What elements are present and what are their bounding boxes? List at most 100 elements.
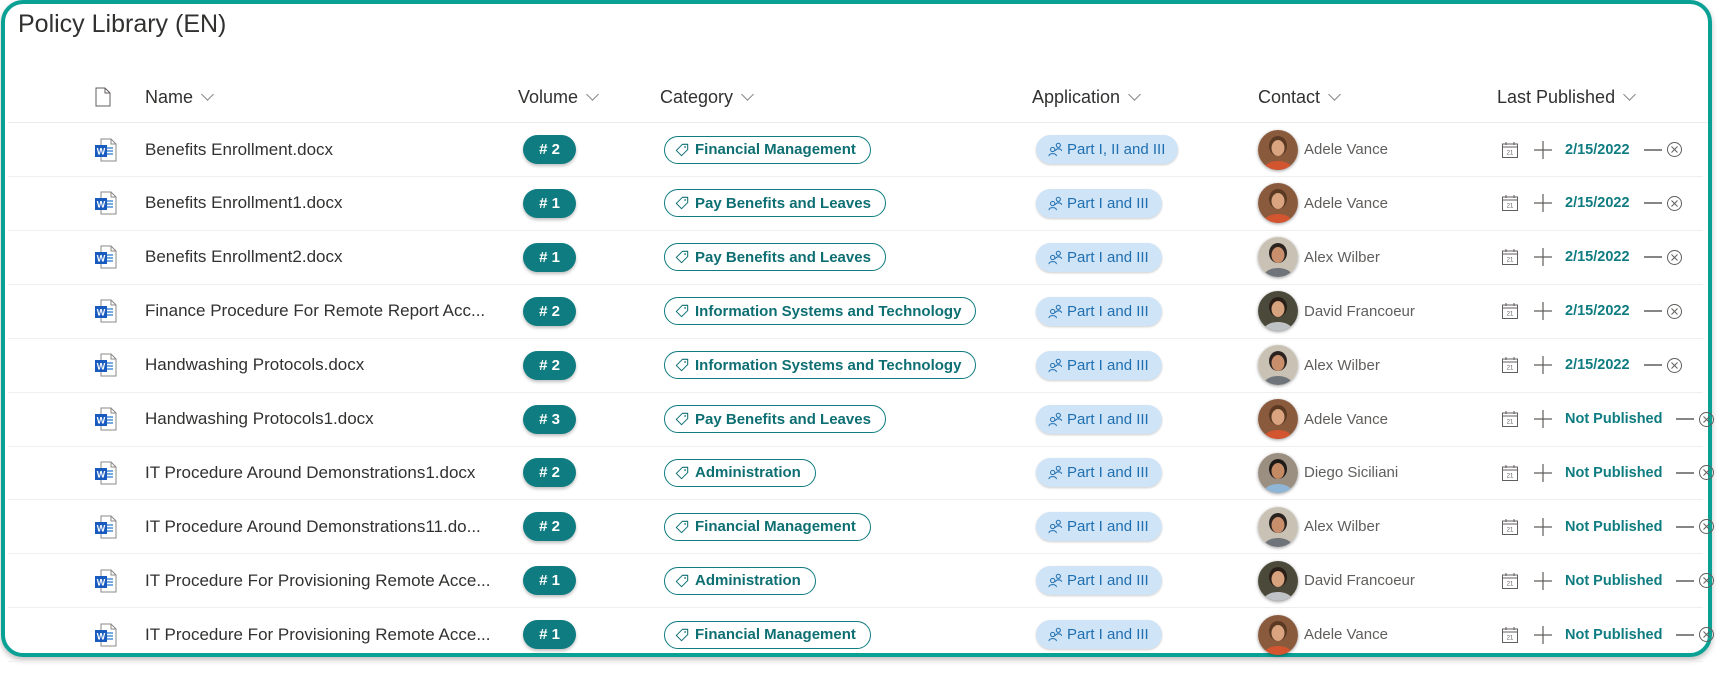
application-tag[interactable]: Part I and III <box>1036 404 1162 434</box>
plus-icon[interactable] <box>1533 193 1553 213</box>
table-row[interactable]: W Benefits Enrollment.docx # 2 Financial… <box>8 123 1703 177</box>
application-tag[interactable]: Part I and III <box>1036 566 1162 596</box>
calendar-icon[interactable]: 21 <box>1501 302 1519 320</box>
file-name-link[interactable]: IT Procedure Around Demonstrations1.docx <box>145 446 475 499</box>
calendar-icon[interactable]: 21 <box>1501 356 1519 374</box>
application-tag[interactable]: Part I and III <box>1036 350 1162 380</box>
file-name-link[interactable]: Handwashing Protocols.docx <box>145 339 364 392</box>
plus-icon[interactable] <box>1533 301 1553 321</box>
minus-icon[interactable] <box>1643 255 1662 259</box>
contact-cell[interactable]: Adele Vance <box>1258 393 1388 446</box>
file-name-link[interactable]: Benefits Enrollment1.docx <box>145 177 343 230</box>
minus-icon[interactable] <box>1676 525 1695 529</box>
application-tag[interactable]: Part I and III <box>1036 242 1162 272</box>
plus-icon[interactable] <box>1533 517 1553 537</box>
table-row[interactable]: W IT Procedure Around Demonstrations1.do… <box>8 446 1715 501</box>
category-tag[interactable]: Information Systems and Technology <box>664 351 977 380</box>
category-tag[interactable]: Financial Management <box>664 512 871 541</box>
file-name-link[interactable]: IT Procedure For Provisioning Remote Acc… <box>145 554 491 607</box>
calendar-icon[interactable]: 21 <box>1501 141 1519 159</box>
category-tag[interactable]: Financial Management <box>664 620 871 649</box>
plus-icon[interactable] <box>1533 140 1553 160</box>
minus-icon[interactable] <box>1676 471 1695 475</box>
clear-circle-icon[interactable] <box>1666 195 1683 212</box>
clear-circle-icon[interactable] <box>1698 464 1715 481</box>
file-name-link[interactable]: Benefits Enrollment2.docx <box>145 231 343 284</box>
column-header-category[interactable]: Category <box>660 83 754 111</box>
table-row[interactable]: W Finance Procedure For Remote Report Ac… <box>8 285 1703 339</box>
plus-icon[interactable] <box>1533 409 1553 429</box>
column-header-volume[interactable]: Volume <box>518 83 599 111</box>
contact-cell[interactable]: Adele Vance <box>1258 123 1388 176</box>
category-tag[interactable]: Information Systems and Technology <box>664 297 977 326</box>
minus-icon[interactable] <box>1676 579 1695 583</box>
calendar-icon[interactable]: 21 <box>1501 248 1519 266</box>
category-tag[interactable]: Administration <box>664 458 816 487</box>
file-name-link[interactable]: Handwashing Protocols1.docx <box>145 393 374 446</box>
contact-cell[interactable]: Diego Siciliani <box>1258 446 1398 499</box>
category-tag[interactable]: Pay Benefits and Leaves <box>664 405 886 433</box>
clear-circle-icon[interactable] <box>1666 141 1683 158</box>
contact-cell[interactable]: Alex Wilber <box>1258 339 1380 392</box>
plus-icon[interactable] <box>1533 463 1553 483</box>
contact-cell[interactable]: Adele Vance <box>1258 608 1388 661</box>
calendar-icon[interactable]: 21 <box>1501 518 1519 536</box>
category-tag[interactable]: Administration <box>664 566 816 595</box>
file-name-link[interactable]: Finance Procedure For Remote Report Acc.… <box>145 285 485 338</box>
minus-icon[interactable] <box>1676 633 1695 637</box>
application-tag[interactable]: Part I, II and III <box>1036 135 1179 164</box>
plus-icon[interactable] <box>1533 355 1553 375</box>
column-header-last-published[interactable]: Last Published <box>1497 83 1636 111</box>
contact-cell[interactable]: David Francoeur <box>1258 554 1415 607</box>
clear-circle-icon[interactable] <box>1698 626 1715 643</box>
clear-circle-icon[interactable] <box>1698 572 1715 589</box>
contact-cell[interactable]: Adele Vance <box>1258 177 1388 230</box>
plus-icon[interactable] <box>1533 625 1553 645</box>
calendar-icon[interactable]: 21 <box>1501 194 1519 212</box>
contact-cell[interactable]: Alex Wilber <box>1258 500 1380 553</box>
plus-icon[interactable] <box>1533 247 1553 267</box>
table-row[interactable]: W IT Procedure Around Demonstrations11.d… <box>8 500 1715 555</box>
category-cell: Pay Benefits and Leaves <box>664 177 886 230</box>
minus-icon[interactable] <box>1643 363 1662 367</box>
application-tag[interactable]: Part I and III <box>1036 296 1162 326</box>
calendar-icon[interactable]: 21 <box>1501 626 1519 644</box>
minus-icon[interactable] <box>1643 201 1662 205</box>
minus-icon[interactable] <box>1643 309 1662 313</box>
minus-icon[interactable] <box>1676 417 1695 421</box>
category-tag[interactable]: Pay Benefits and Leaves <box>664 243 886 272</box>
minus-icon[interactable] <box>1643 148 1662 152</box>
calendar-icon[interactable]: 21 <box>1501 410 1519 428</box>
table-row[interactable]: W Benefits Enrollment2.docx # 1 Pay Bene… <box>8 231 1703 285</box>
application-tag[interactable]: Part I and III <box>1036 620 1162 650</box>
category-tag[interactable]: Financial Management <box>664 135 871 164</box>
column-header-name[interactable]: Name <box>145 83 214 111</box>
column-header-contact[interactable]: Contact <box>1258 83 1341 111</box>
application-tag[interactable]: Part I and III <box>1036 512 1162 542</box>
table-row[interactable]: W IT Procedure For Provisioning Remote A… <box>8 554 1715 609</box>
application-tag[interactable]: Part I and III <box>1036 188 1162 218</box>
contact-cell[interactable]: Alex Wilber <box>1258 231 1380 284</box>
plus-icon[interactable] <box>1533 571 1553 591</box>
calendar-icon[interactable]: 21 <box>1501 572 1519 590</box>
file-name-link[interactable]: Benefits Enrollment.docx <box>145 123 333 176</box>
table-row[interactable]: W IT Procedure For Provisioning Remote A… <box>8 608 1715 663</box>
table-row[interactable]: W Handwashing Protocols.docx # 2 Informa… <box>8 339 1703 393</box>
file-name-link[interactable]: IT Procedure Around Demonstrations11.do.… <box>145 500 481 553</box>
file-name-link[interactable]: IT Procedure For Provisioning Remote Acc… <box>145 608 491 661</box>
volume-cell: # 1 <box>523 177 576 230</box>
clear-circle-icon[interactable] <box>1698 518 1715 535</box>
category-tag[interactable]: Pay Benefits and Leaves <box>664 189 886 218</box>
clear-circle-icon[interactable] <box>1666 303 1683 320</box>
table-row[interactable]: W Handwashing Protocols1.docx # 3 Pay Be… <box>8 393 1715 447</box>
calendar-icon[interactable]: 21 <box>1501 464 1519 482</box>
clear-circle-icon[interactable] <box>1698 411 1715 428</box>
clear-circle-icon[interactable] <box>1666 249 1683 266</box>
column-header-file-type[interactable] <box>95 83 111 111</box>
svg-text:21: 21 <box>1507 312 1514 318</box>
clear-circle-icon[interactable] <box>1666 357 1683 374</box>
contact-cell[interactable]: David Francoeur <box>1258 285 1415 338</box>
application-tag[interactable]: Part I and III <box>1036 458 1162 488</box>
table-row[interactable]: W Benefits Enrollment1.docx # 1 Pay Bene… <box>8 177 1703 231</box>
column-header-application[interactable]: Application <box>1032 83 1141 111</box>
